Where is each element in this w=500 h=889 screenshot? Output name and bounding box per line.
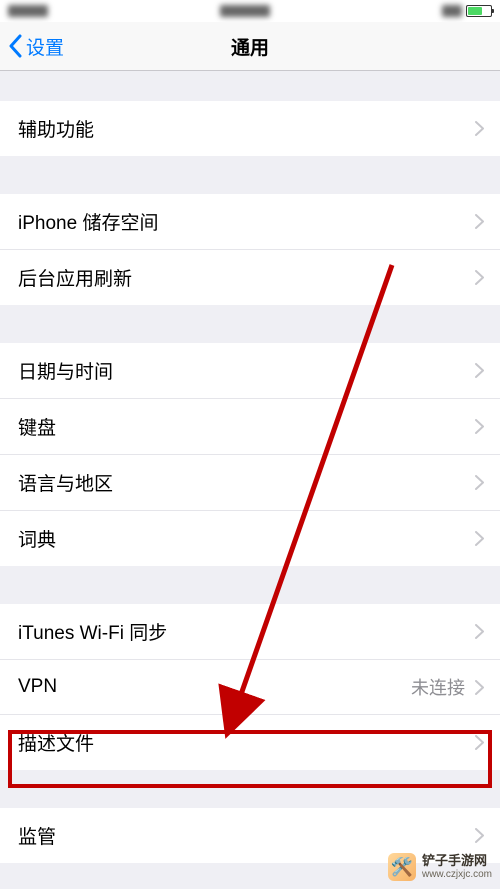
section-gap [0, 156, 500, 194]
chevron-right-icon [475, 475, 484, 490]
page-title: 通用 [231, 33, 269, 60]
status-center [220, 5, 270, 17]
nav-bar: 设置 通用 [0, 22, 500, 71]
settings-section: iTunes Wi-Fi 同步 VPN 未连接描述文件 [0, 604, 500, 770]
row-right [475, 121, 484, 136]
back-label: 设置 [26, 33, 64, 60]
row-label: 辅助功能 [18, 115, 94, 142]
row-label: 监管 [18, 822, 56, 849]
settings-section: 日期与时间键盘语言与地区词典 [0, 343, 500, 566]
row-label: iPhone 储存空间 [18, 208, 158, 235]
row-label: 语言与地区 [18, 469, 113, 496]
section-gap [0, 71, 500, 101]
row-label: 描述文件 [18, 729, 94, 756]
settings-row-描述文件[interactable]: 描述文件 [0, 715, 500, 770]
settings-row-itunes-wi-fi-同步[interactable]: iTunes Wi-Fi 同步 [0, 604, 500, 660]
row-label: VPN [18, 676, 57, 698]
watermark-url: www.czjxjc.com [422, 869, 492, 880]
chevron-right-icon [475, 680, 484, 695]
chevron-right-icon [475, 735, 484, 750]
chevron-right-icon [475, 363, 484, 378]
settings-row-辅助功能[interactable]: 辅助功能 [0, 101, 500, 156]
settings-row-词典[interactable]: 词典 [0, 511, 500, 566]
status-bar [0, 0, 500, 22]
row-right [475, 419, 484, 434]
row-right [475, 735, 484, 750]
settings-row-后台应用刷新[interactable]: 后台应用刷新 [0, 250, 500, 305]
chevron-left-icon [8, 34, 22, 58]
chevron-right-icon [475, 419, 484, 434]
battery-icon [466, 5, 492, 17]
row-label: iTunes Wi-Fi 同步 [18, 618, 167, 645]
row-right [475, 214, 484, 229]
row-label: 键盘 [18, 413, 56, 440]
chevron-right-icon [475, 121, 484, 136]
back-button[interactable]: 设置 [0, 33, 64, 60]
row-label: 日期与时间 [18, 357, 113, 384]
row-right [475, 475, 484, 490]
settings-row-vpn[interactable]: VPN 未连接 [0, 660, 500, 715]
watermark-name: 铲子手游网 [422, 854, 492, 868]
settings-row-语言与地区[interactable]: 语言与地区 [0, 455, 500, 511]
chevron-right-icon [475, 214, 484, 229]
watermark: 🛠️ 铲子手游网 www.czjxjc.com [388, 853, 492, 881]
watermark-logo-icon: 🛠️ [388, 853, 416, 881]
status-left [8, 5, 48, 17]
chevron-right-icon [475, 624, 484, 639]
row-label: 词典 [18, 525, 56, 552]
chevron-right-icon [475, 270, 484, 285]
chevron-right-icon [475, 531, 484, 546]
row-label: 后台应用刷新 [18, 264, 132, 291]
settings-section: 辅助功能 [0, 101, 500, 156]
row-right [475, 270, 484, 285]
settings-row-键盘[interactable]: 键盘 [0, 399, 500, 455]
section-gap [0, 770, 500, 808]
row-right [475, 363, 484, 378]
settings-row-iphone-储存空间[interactable]: iPhone 储存空间 [0, 194, 500, 250]
row-right [475, 624, 484, 639]
row-right [475, 531, 484, 546]
settings-section: iPhone 储存空间后台应用刷新 [0, 194, 500, 305]
status-right [442, 5, 492, 17]
section-gap [0, 566, 500, 604]
row-detail: 未连接 [411, 674, 465, 700]
row-right [475, 828, 484, 843]
chevron-right-icon [475, 828, 484, 843]
settings-row-日期与时间[interactable]: 日期与时间 [0, 343, 500, 399]
row-right: 未连接 [411, 674, 484, 700]
section-gap [0, 305, 500, 343]
